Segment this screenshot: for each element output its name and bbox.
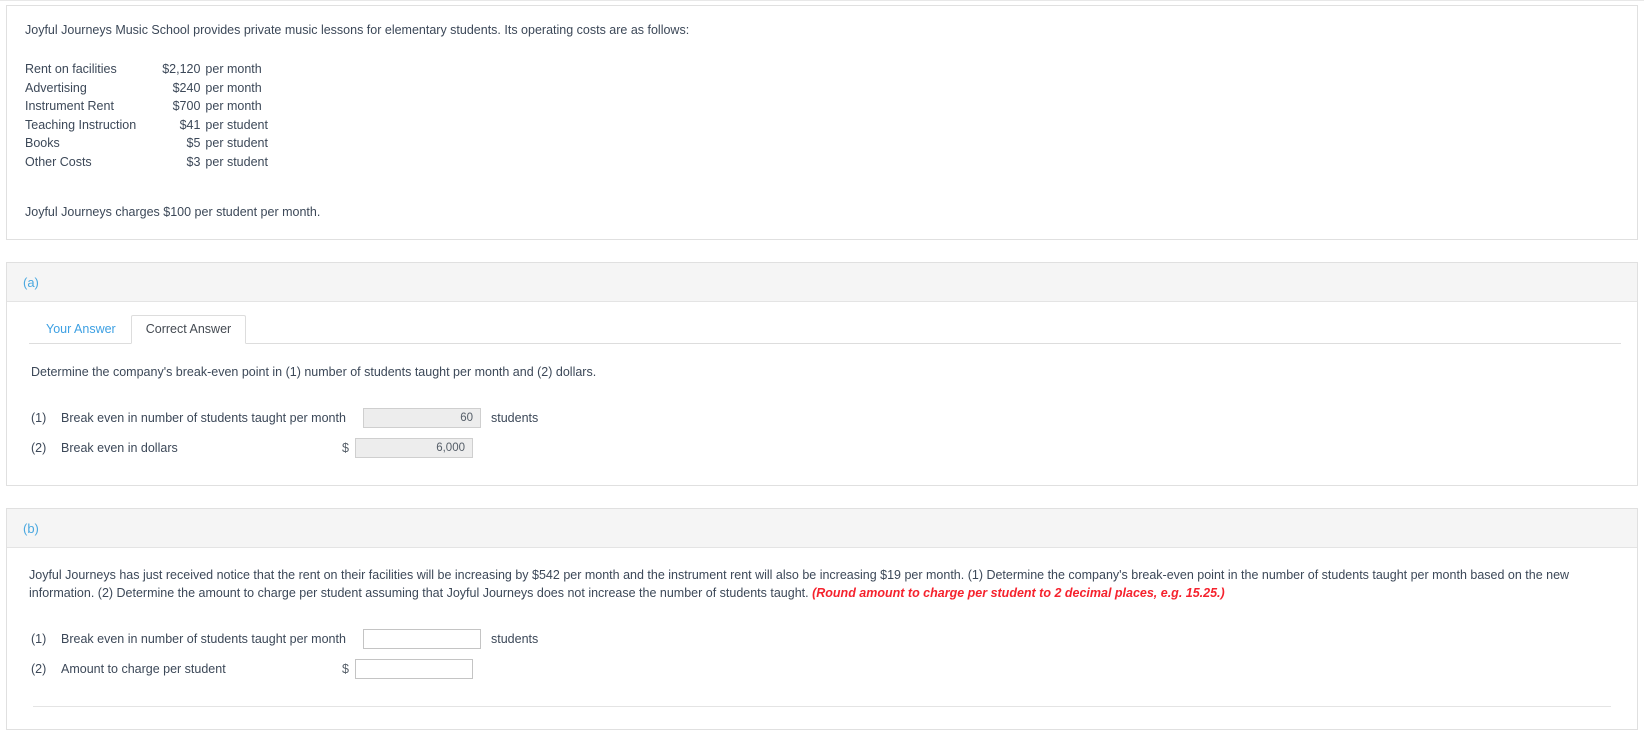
break-even-dollars-field-a xyxy=(355,438,473,458)
answer-label: Break even in number of students taught … xyxy=(61,632,346,646)
break-even-students-field-a xyxy=(363,408,481,428)
section-a-label: (a) xyxy=(23,275,39,290)
section-b-header: (b) xyxy=(7,509,1637,548)
cost-item-unit: per student xyxy=(205,117,268,132)
cost-item-name: Teaching Instruction xyxy=(25,117,137,132)
cost-item-name: Other Costs xyxy=(25,154,92,169)
operating-costs-table: Rent on facilities $2,120 per month Adve… xyxy=(25,61,268,172)
answer-field-slot: $ xyxy=(341,438,483,458)
section-a-answers: (1) Break even in number of students tau… xyxy=(31,403,1621,463)
answer-number: (2) xyxy=(31,662,47,676)
cost-item-amount: $700 xyxy=(172,99,201,113)
currency-prefix: $ xyxy=(342,662,349,676)
answer-field-slot: $ xyxy=(341,659,483,679)
amount-to-charge-field-b[interactable] xyxy=(355,659,473,679)
exercise-page: Joyful Journeys Music School provides pr… xyxy=(0,0,1644,730)
section-b-label: (b) xyxy=(23,521,39,536)
section-a-body: Your Answer Correct Answer Determine the… xyxy=(7,315,1637,485)
currency-prefix: $ xyxy=(342,441,349,455)
answer-unit: students xyxy=(491,411,539,425)
cost-item-unit: per month xyxy=(205,99,262,113)
answer-row-a2: (2) Break even in dollars $ xyxy=(31,433,1621,463)
cost-item-unit: per student xyxy=(205,136,268,150)
operating-costs-body: Rent on facilities $2,120 per month Adve… xyxy=(25,61,268,172)
section-b-footer-divider xyxy=(33,706,1611,707)
cost-item-amount: $3 xyxy=(186,154,201,169)
cost-item-amount: $240 xyxy=(172,80,201,95)
section-b-rounding-note: (Round amount to charge per student to 2… xyxy=(812,586,1225,600)
answer-field-slot: students xyxy=(349,408,538,428)
answer-label: Break even in dollars xyxy=(61,441,178,455)
section-b-prompt: Joyful Journeys has just received notice… xyxy=(29,566,1621,602)
answer-row-b2: (2) Amount to charge per student $ xyxy=(31,654,1621,684)
cost-item-amount: $41 xyxy=(179,117,201,132)
section-b-answers: (1) Break even in number of students tau… xyxy=(31,624,1621,684)
answer-row-a1: (1) Break even in number of students tau… xyxy=(31,403,1621,433)
tab-correct-answer[interactable]: Correct Answer xyxy=(130,315,247,344)
cost-item-name: Instrument Rent xyxy=(25,99,114,113)
answer-number: (1) xyxy=(31,632,47,646)
table-row: Books $5 per student xyxy=(25,135,268,154)
answer-tabs: Your Answer Correct Answer xyxy=(29,315,1621,344)
answer-label: Break even in number of students taught … xyxy=(61,411,346,425)
section-a: (a) Your Answer Correct Answer Determine… xyxy=(6,262,1638,486)
section-b: (b) Joyful Journeys has just received no… xyxy=(6,508,1638,730)
section-b-prompt-main: Joyful Journeys has just received notice… xyxy=(29,568,1570,600)
table-row: Rent on facilities $2,120 per month xyxy=(25,61,268,80)
problem-statement-card: Joyful Journeys Music School provides pr… xyxy=(6,5,1638,240)
pricing-note-text: Joyful Journeys charges $100 per student… xyxy=(25,205,321,219)
problem-statement-text: Joyful Journeys Music School provides pr… xyxy=(25,23,690,37)
cost-item-unit: per student xyxy=(205,154,268,169)
page-top-divider xyxy=(0,0,1644,1)
answer-number: (2) xyxy=(31,441,47,455)
section-a-header: (a) xyxy=(7,263,1637,302)
cost-item-name: Rent on facilities xyxy=(25,62,117,76)
cost-item-amount: $2,120 xyxy=(162,62,201,76)
cost-item-unit: per month xyxy=(205,80,262,95)
cost-item-unit: per month xyxy=(205,62,262,76)
break-even-students-field-b[interactable] xyxy=(363,629,481,649)
cost-item-name: Books xyxy=(25,136,60,150)
cost-item-name: Advertising xyxy=(25,80,87,95)
answer-unit: students xyxy=(491,632,539,646)
answer-field-slot: students xyxy=(349,629,538,649)
table-row: Teaching Instruction $41 per student xyxy=(25,117,268,136)
tab-your-answer[interactable]: Your Answer xyxy=(31,315,131,344)
table-row: Advertising $240 per month xyxy=(25,80,268,99)
cost-item-amount: $5 xyxy=(186,136,201,150)
answer-number: (1) xyxy=(31,411,47,425)
table-row: Instrument Rent $700 per month xyxy=(25,98,268,117)
section-a-prompt: Determine the company's break-even point… xyxy=(31,365,597,379)
section-b-body: Joyful Journeys has just received notice… xyxy=(7,566,1637,729)
table-row: Other Costs $3 per student xyxy=(25,154,268,173)
answer-label: Amount to charge per student xyxy=(61,662,226,676)
answer-row-b1: (1) Break even in number of students tau… xyxy=(31,624,1621,654)
